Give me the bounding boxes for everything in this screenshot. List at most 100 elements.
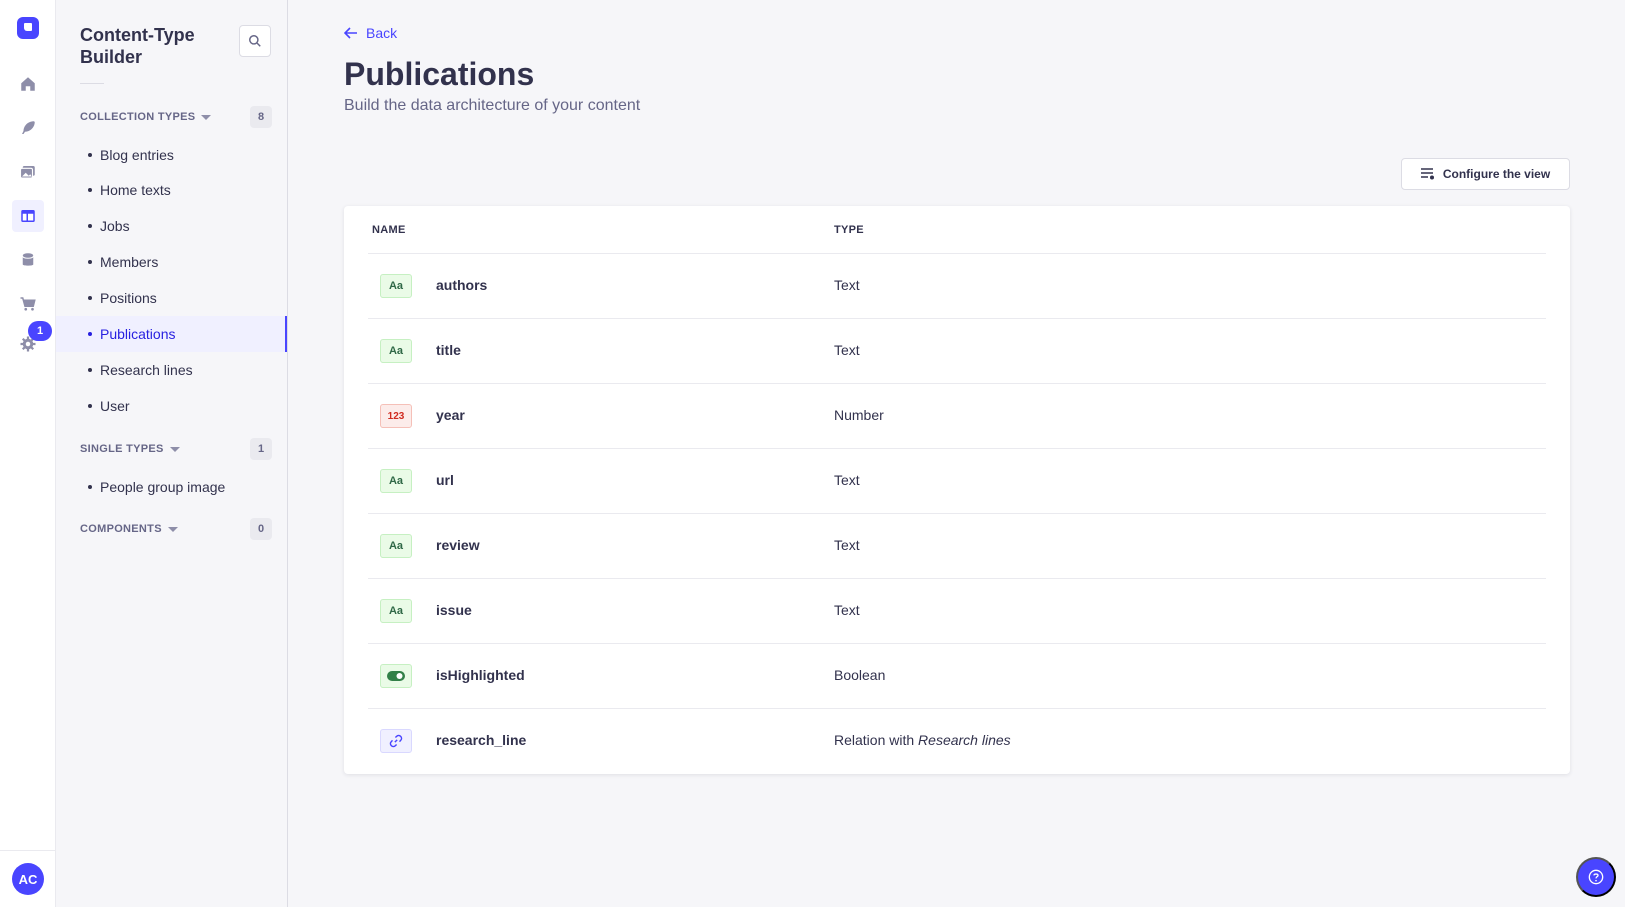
- caret-down-icon: [201, 114, 212, 120]
- nav-item-research-lines[interactable]: Research lines: [56, 352, 287, 388]
- bullet-icon: [88, 485, 92, 489]
- nav-item-blog-entries[interactable]: Blog entries: [56, 137, 287, 173]
- back-label: Back: [366, 25, 398, 41]
- content-type-builder-layout-icon[interactable]: [12, 200, 44, 232]
- components-label: COMPONENTS: [80, 523, 162, 535]
- table-row[interactable]: Aa review Text: [368, 514, 1546, 579]
- nav-item-user[interactable]: User: [56, 388, 287, 424]
- back-link[interactable]: Back: [344, 25, 397, 41]
- field-type: Text: [834, 602, 860, 618]
- content-manager-feather-icon[interactable]: [12, 112, 44, 144]
- nav-item-positions[interactable]: Positions: [56, 280, 287, 316]
- nav-item-people-group-image[interactable]: People group image: [56, 469, 287, 505]
- page-subtitle: Build the data architecture of your cont…: [344, 97, 641, 114]
- page-title: Publications: [344, 56, 535, 92]
- nav-item-publications[interactable]: Publications: [56, 316, 287, 352]
- field-name: year: [436, 407, 465, 423]
- collection-types-label: COLLECTION TYPES: [80, 111, 196, 123]
- components-toggle[interactable]: COMPONENTS 0: [80, 518, 272, 540]
- nav-item-label: Blog entries: [100, 147, 174, 163]
- text-field-icon: Aa: [380, 274, 412, 298]
- bullet-icon: [88, 332, 92, 336]
- toggle-icon: [380, 664, 412, 688]
- text-field-icon: Aa: [380, 469, 412, 493]
- field-type: Text: [834, 277, 860, 293]
- field-name: review: [436, 537, 480, 553]
- table-row[interactable]: Aa title Text: [368, 319, 1546, 384]
- arrow-left-icon: [344, 27, 357, 39]
- database-icon[interactable]: [12, 244, 44, 276]
- nav-item-home-texts[interactable]: Home texts: [56, 172, 287, 208]
- table-row[interactable]: Aa authors Text: [368, 254, 1546, 319]
- text-field-icon: Aa: [380, 599, 412, 623]
- nav-item-label: User: [100, 398, 130, 414]
- text-field-icon: Aa: [380, 339, 412, 363]
- link-icon: [380, 729, 412, 753]
- panel-divider: [80, 83, 104, 84]
- nav-item-label: Home texts: [100, 182, 171, 198]
- panel-title: Content-Type Builder: [80, 25, 195, 67]
- field-name: url: [436, 472, 454, 488]
- caret-down-icon: [167, 526, 178, 532]
- table-header: NAME TYPE: [368, 206, 1546, 254]
- table-row[interactable]: isHighlighted Boolean: [368, 644, 1546, 709]
- collection-types-count: 8: [250, 106, 272, 128]
- nav-item-label: Jobs: [100, 218, 130, 234]
- configure-view-label: Configure the view: [1442, 167, 1551, 181]
- nav-item-jobs[interactable]: Jobs: [56, 208, 287, 244]
- text-field-icon: Aa: [380, 534, 412, 558]
- table-row[interactable]: 123 year Number: [368, 384, 1546, 449]
- collection-types-toggle[interactable]: COLLECTION TYPES 8: [80, 106, 272, 128]
- table-row[interactable]: research_line Relation with Research lin…: [368, 709, 1546, 774]
- relation-prefix: Relation with: [834, 732, 919, 748]
- question-mark-icon: [1588, 869, 1604, 885]
- nav-item-members[interactable]: Members: [56, 244, 287, 280]
- field-name: issue: [436, 602, 472, 618]
- field-type: Text: [834, 342, 860, 358]
- content-type-builder-panel: Content-Type Builder COLLECTION TYPES 8 …: [56, 0, 288, 907]
- search-icon: [249, 35, 261, 47]
- nav-item-label: Members: [100, 254, 159, 270]
- bullet-icon: [88, 153, 92, 157]
- field-name: title: [436, 342, 461, 358]
- column-header-name: NAME: [372, 223, 406, 236]
- field-type: Relation with Research lines: [834, 732, 1011, 748]
- single-types-toggle[interactable]: SINGLE TYPES 1: [80, 438, 272, 460]
- single-types-label: SINGLE TYPES: [80, 443, 164, 455]
- user-avatar[interactable]: AC: [12, 863, 44, 895]
- column-header-type: TYPE: [834, 223, 864, 236]
- search-button[interactable]: [239, 25, 271, 57]
- bullet-icon: [88, 296, 92, 300]
- settings-notification-badge: 1: [28, 321, 52, 341]
- table-row[interactable]: Aa url Text: [368, 449, 1546, 514]
- field-type: Boolean: [834, 667, 886, 683]
- main-nav-rail: 1 AC: [0, 0, 56, 907]
- strapi-logo-icon[interactable]: [17, 17, 39, 39]
- field-type: Number: [834, 407, 884, 423]
- home-icon[interactable]: [12, 68, 44, 100]
- table-row[interactable]: Aa issue Text: [368, 579, 1546, 644]
- bullet-icon: [88, 224, 92, 228]
- components-count: 0: [250, 518, 272, 540]
- field-type: Text: [834, 472, 860, 488]
- field-name: authors: [436, 277, 488, 293]
- field-name: isHighlighted: [436, 667, 525, 683]
- field-type: Text: [834, 537, 860, 553]
- list-settings-icon: [1420, 168, 1434, 180]
- bullet-icon: [88, 188, 92, 192]
- help-button[interactable]: [1576, 857, 1616, 897]
- configure-view-button[interactable]: Configure the view: [1401, 158, 1570, 190]
- fields-table: NAME TYPE Aa authors Text Aa title Text …: [344, 206, 1570, 774]
- number-field-icon: 123: [380, 404, 412, 428]
- nav-item-label: People group image: [100, 479, 226, 495]
- media-library-icon[interactable]: [12, 156, 44, 188]
- bullet-icon: [88, 404, 92, 408]
- bullet-icon: [88, 260, 92, 264]
- single-types-count: 1: [250, 438, 272, 460]
- nav-item-label: Positions: [100, 290, 157, 306]
- relation-target: Research lines: [918, 732, 1011, 748]
- bullet-icon: [88, 368, 92, 372]
- nav-item-label: Research lines: [100, 362, 193, 378]
- cart-icon[interactable]: [12, 288, 44, 320]
- field-name: research_line: [436, 732, 527, 748]
